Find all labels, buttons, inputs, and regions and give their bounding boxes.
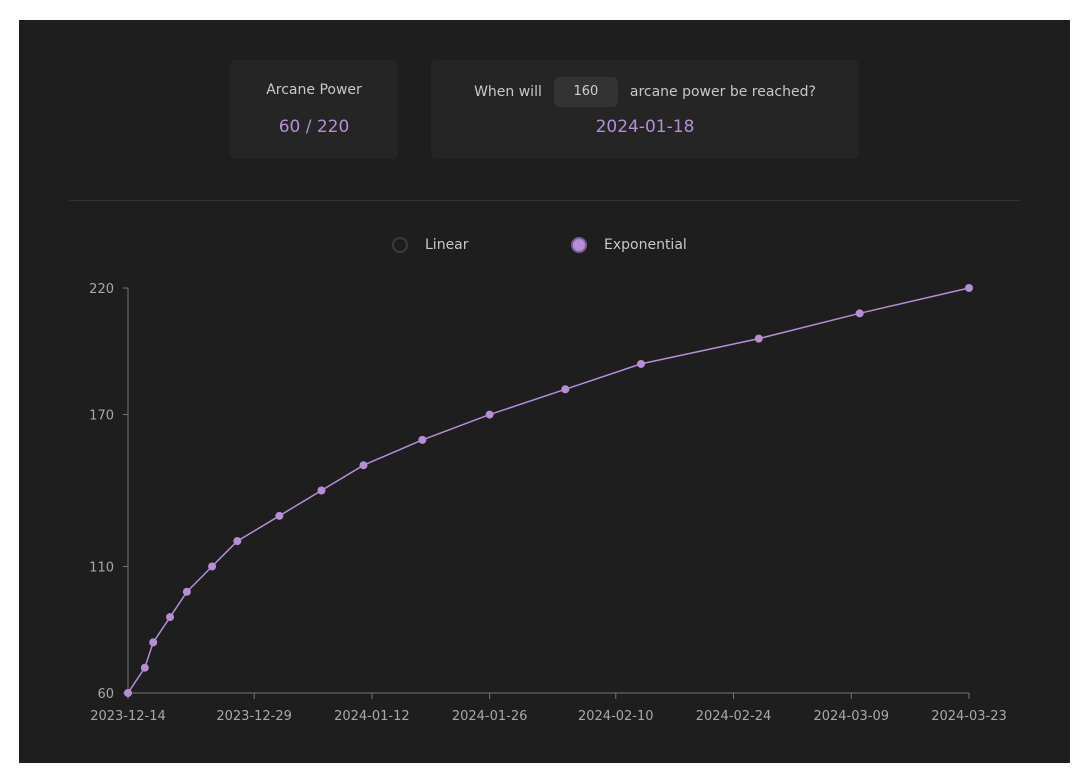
x-tick-label: 2024-01-26 [452, 709, 528, 724]
data-point [561, 385, 570, 394]
power-chart: 60 110 170 220 2023-12-14 2023-12-29 2024-01-1… [89, 282, 1007, 724]
y-tick-label: 60 [97, 687, 114, 702]
y-tick-label: 220 [89, 282, 114, 297]
y-tick-label: 110 [89, 560, 114, 575]
x-tick-label: 2024-02-10 [578, 709, 654, 724]
data-point [182, 587, 191, 596]
data-point [208, 562, 217, 571]
x-tick-label: 2023-12-14 [90, 709, 166, 724]
data-point [418, 435, 427, 444]
x-tick-label: 2024-01-12 [334, 709, 410, 724]
data-point [754, 334, 763, 343]
data-point [359, 461, 368, 470]
y-tick-label: 170 [89, 409, 114, 424]
x-tick-label: 2024-03-09 [813, 709, 889, 724]
series-line [127, 287, 970, 694]
data-point [965, 284, 973, 292]
x-tick-label: 2023-12-29 [216, 709, 292, 724]
data-point [317, 486, 326, 495]
data-point [140, 663, 149, 672]
x-tick-label: 2024-02-24 [696, 709, 772, 724]
x-tick-label: 2024-03-23 [931, 709, 1007, 724]
data-point [233, 537, 242, 546]
data-point [149, 638, 158, 647]
data-point [166, 613, 175, 622]
data-point [637, 359, 646, 368]
data-point [855, 309, 864, 318]
data-point [275, 511, 284, 520]
data-point [124, 689, 132, 697]
data-point [485, 410, 494, 419]
chart-panel: Arcane Power 60 / 220 When will 160 arca… [19, 20, 1070, 763]
